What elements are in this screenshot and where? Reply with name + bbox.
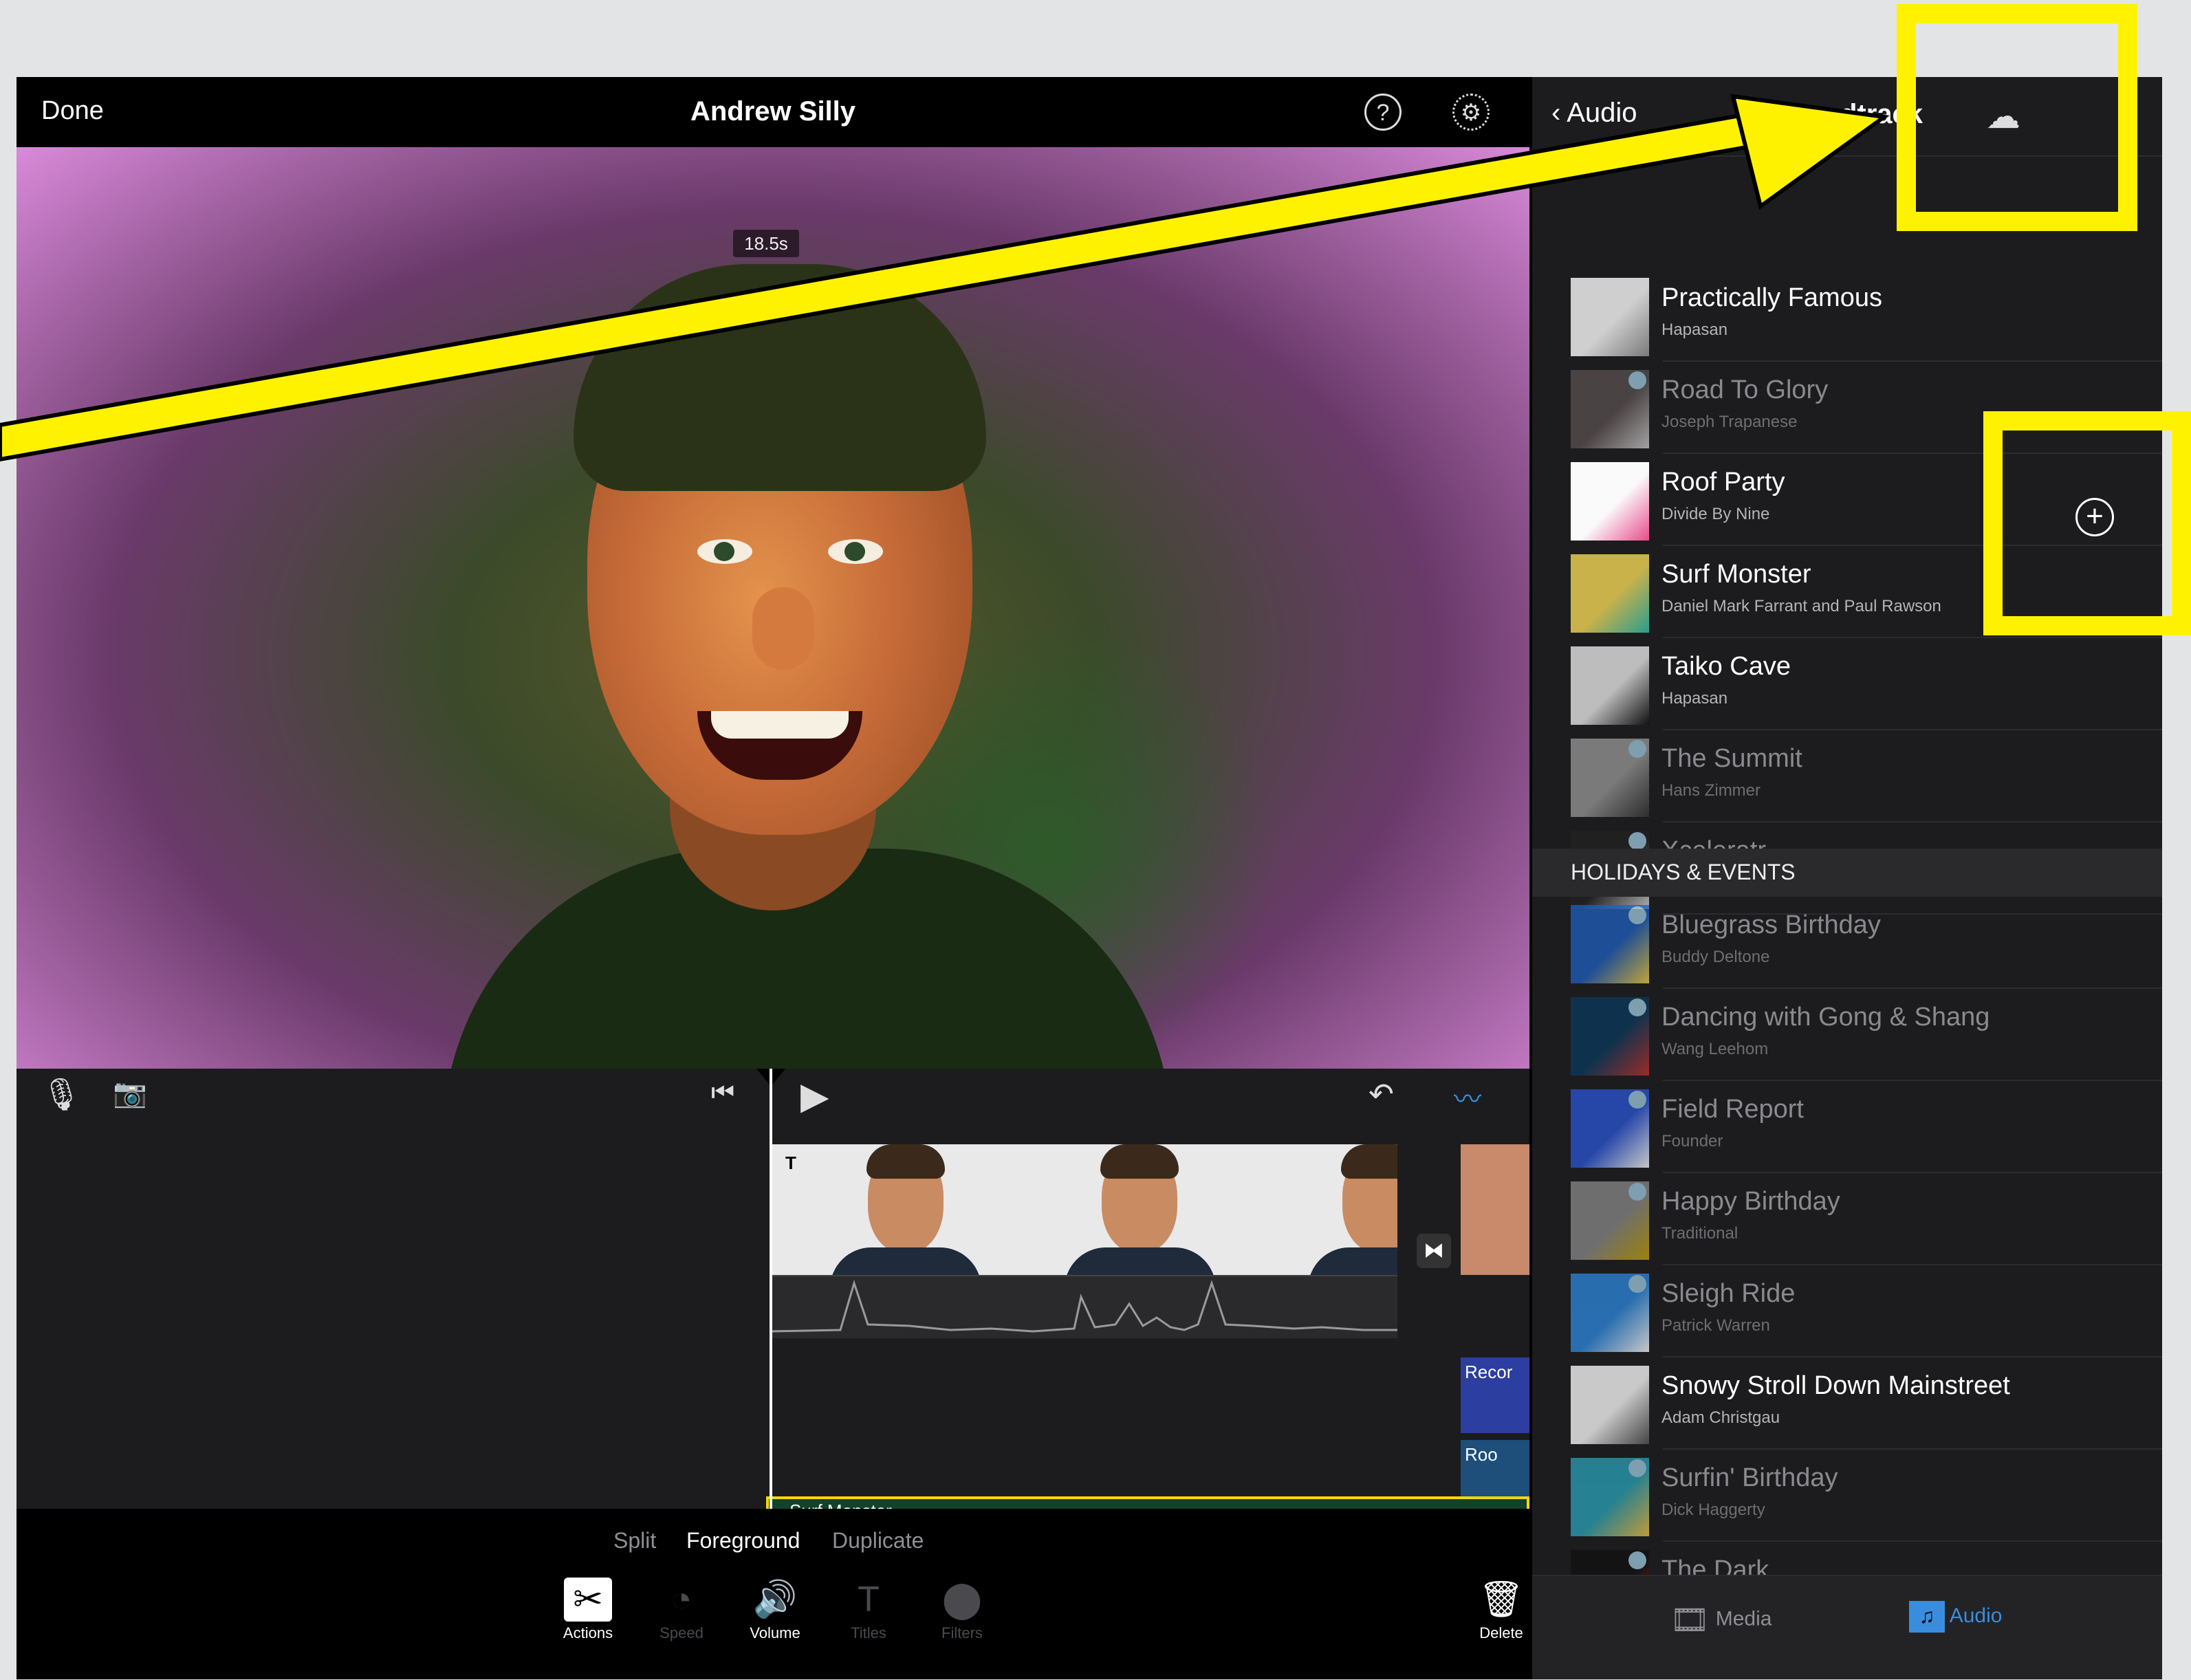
highlight-box-cloud — [1897, 4, 2137, 231]
highlight-box-add — [1983, 411, 2191, 635]
annotation-arrow — [0, 94, 1890, 462]
